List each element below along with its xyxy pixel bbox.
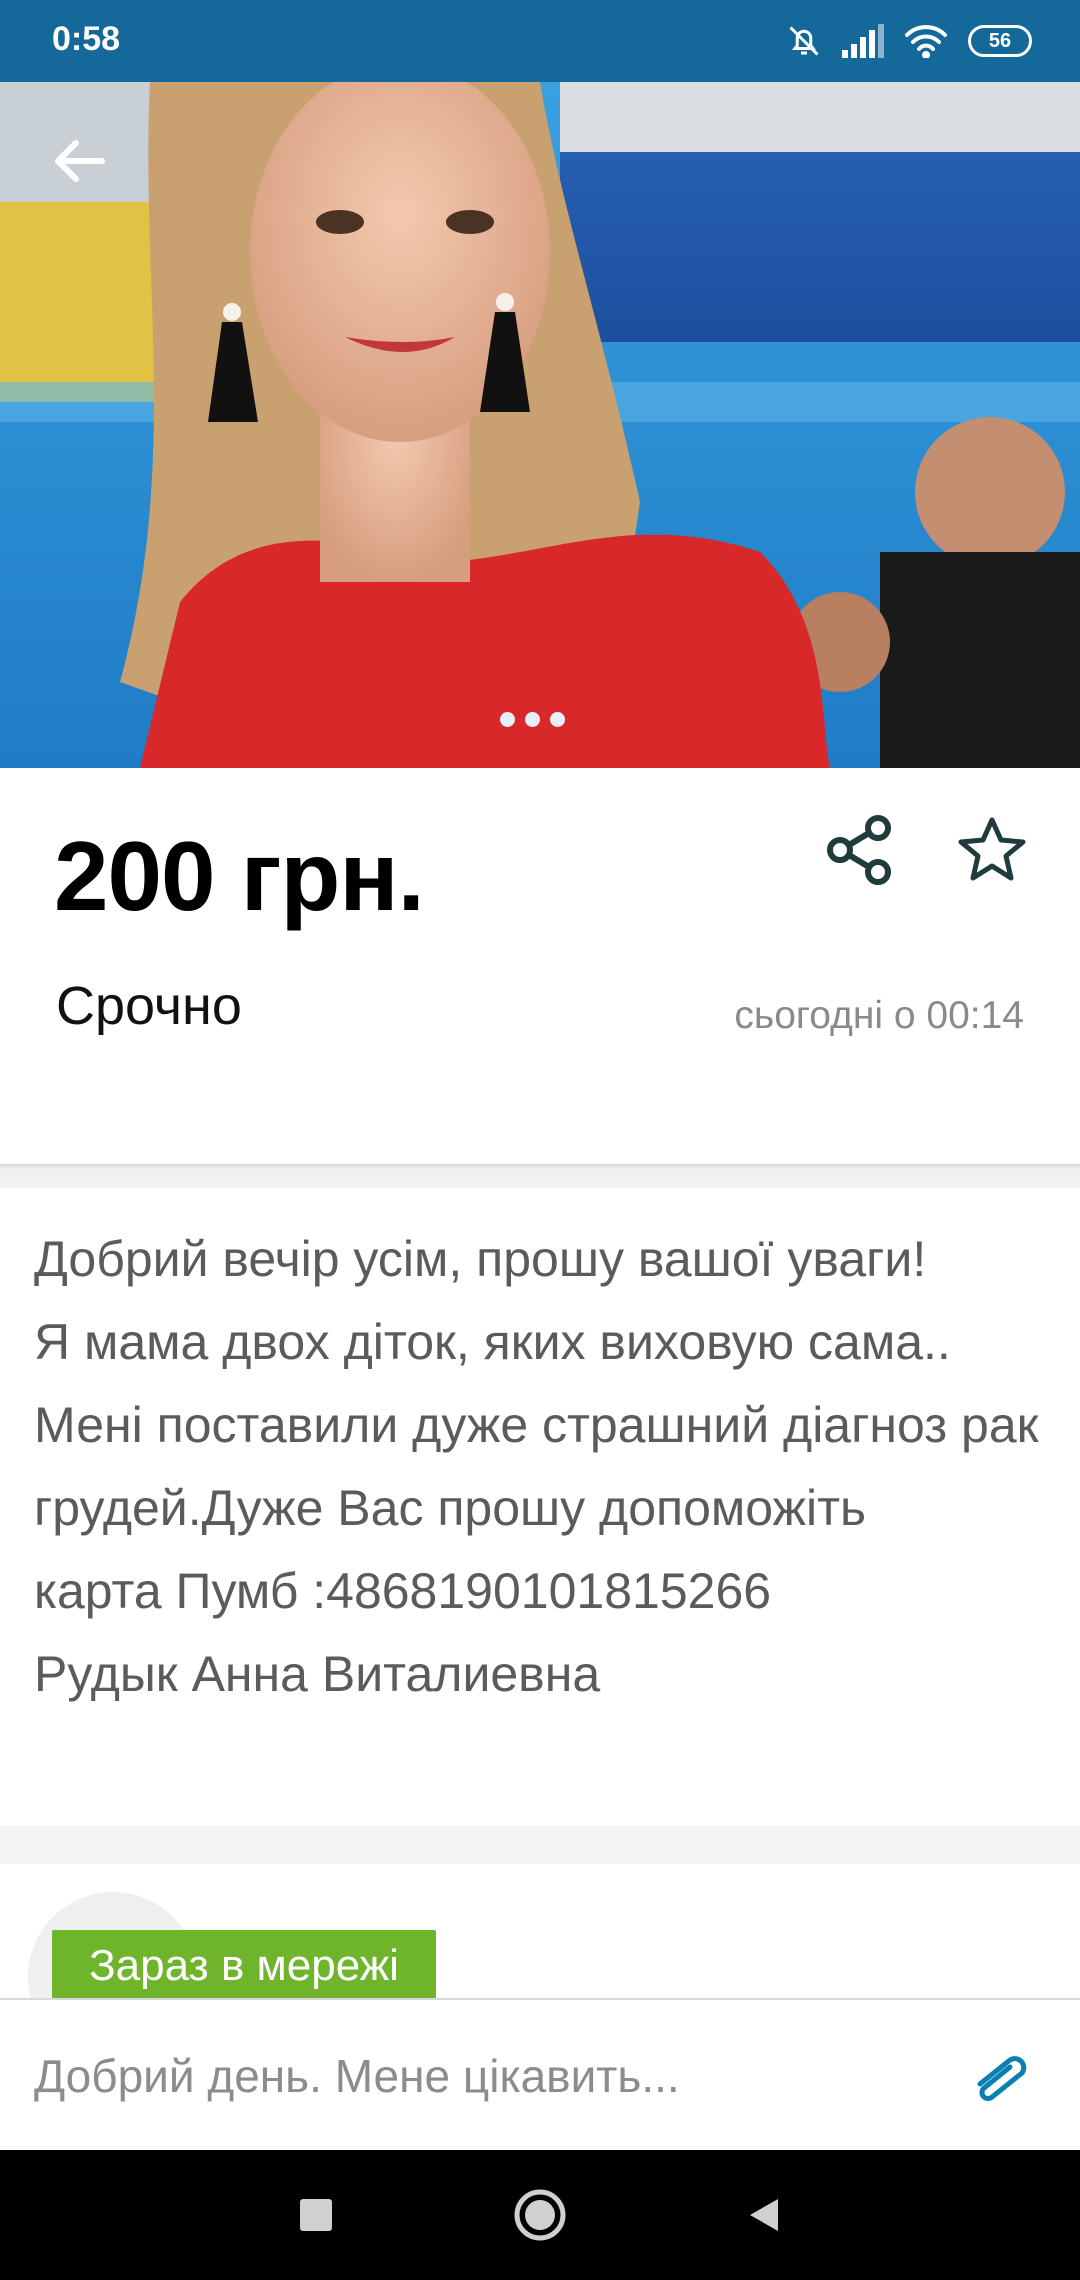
- circle-icon: [514, 2189, 566, 2241]
- star-icon: [958, 817, 1026, 881]
- listing-date: сьогодні о 00:14: [734, 994, 1024, 1037]
- section-divider: [0, 1164, 1080, 1188]
- share-icon: [827, 815, 891, 885]
- status-time: 0:58: [52, 20, 121, 58]
- bell-off-icon: [786, 23, 822, 59]
- listing-price: 200 грн.: [54, 821, 425, 931]
- arrow-left-icon: [55, 140, 105, 182]
- section-divider: [0, 1826, 1080, 1864]
- battery-icon: 56: [968, 25, 1032, 57]
- square-icon: [300, 2199, 332, 2231]
- share-button[interactable]: [820, 810, 900, 890]
- triangle-back-icon: [750, 2199, 778, 2231]
- gallery-dot: [525, 712, 540, 727]
- gallery-dot: [500, 712, 515, 727]
- wifi-icon: [904, 24, 948, 58]
- paperclip-icon: [977, 2056, 1027, 2101]
- online-status-badge: Зараз в мережі: [52, 1930, 436, 2016]
- listing-photo[interactable]: [0, 82, 1080, 768]
- home-button[interactable]: [512, 2187, 568, 2243]
- status-icons: 56: [786, 18, 1032, 64]
- listing-title: Срочно: [56, 976, 242, 1036]
- favorite-button[interactable]: [952, 810, 1032, 890]
- back-button[interactable]: [44, 126, 114, 196]
- back-nav-button[interactable]: [736, 2187, 792, 2243]
- recents-button[interactable]: [288, 2187, 344, 2243]
- message-bar: [0, 1998, 1080, 2150]
- gallery-dot: [550, 712, 565, 727]
- message-input[interactable]: [34, 2044, 954, 2108]
- status-bar: 0:58 56: [0, 0, 1080, 82]
- listing-description: Добрий вечір усім, прошу вашої уваги! Я …: [34, 1231, 1039, 1702]
- signal-icon: [842, 24, 884, 58]
- photo-image: [0, 82, 1080, 768]
- attach-button[interactable]: [970, 2044, 1034, 2108]
- gallery-indicator: [500, 712, 565, 727]
- system-nav-bar: [0, 2150, 1080, 2280]
